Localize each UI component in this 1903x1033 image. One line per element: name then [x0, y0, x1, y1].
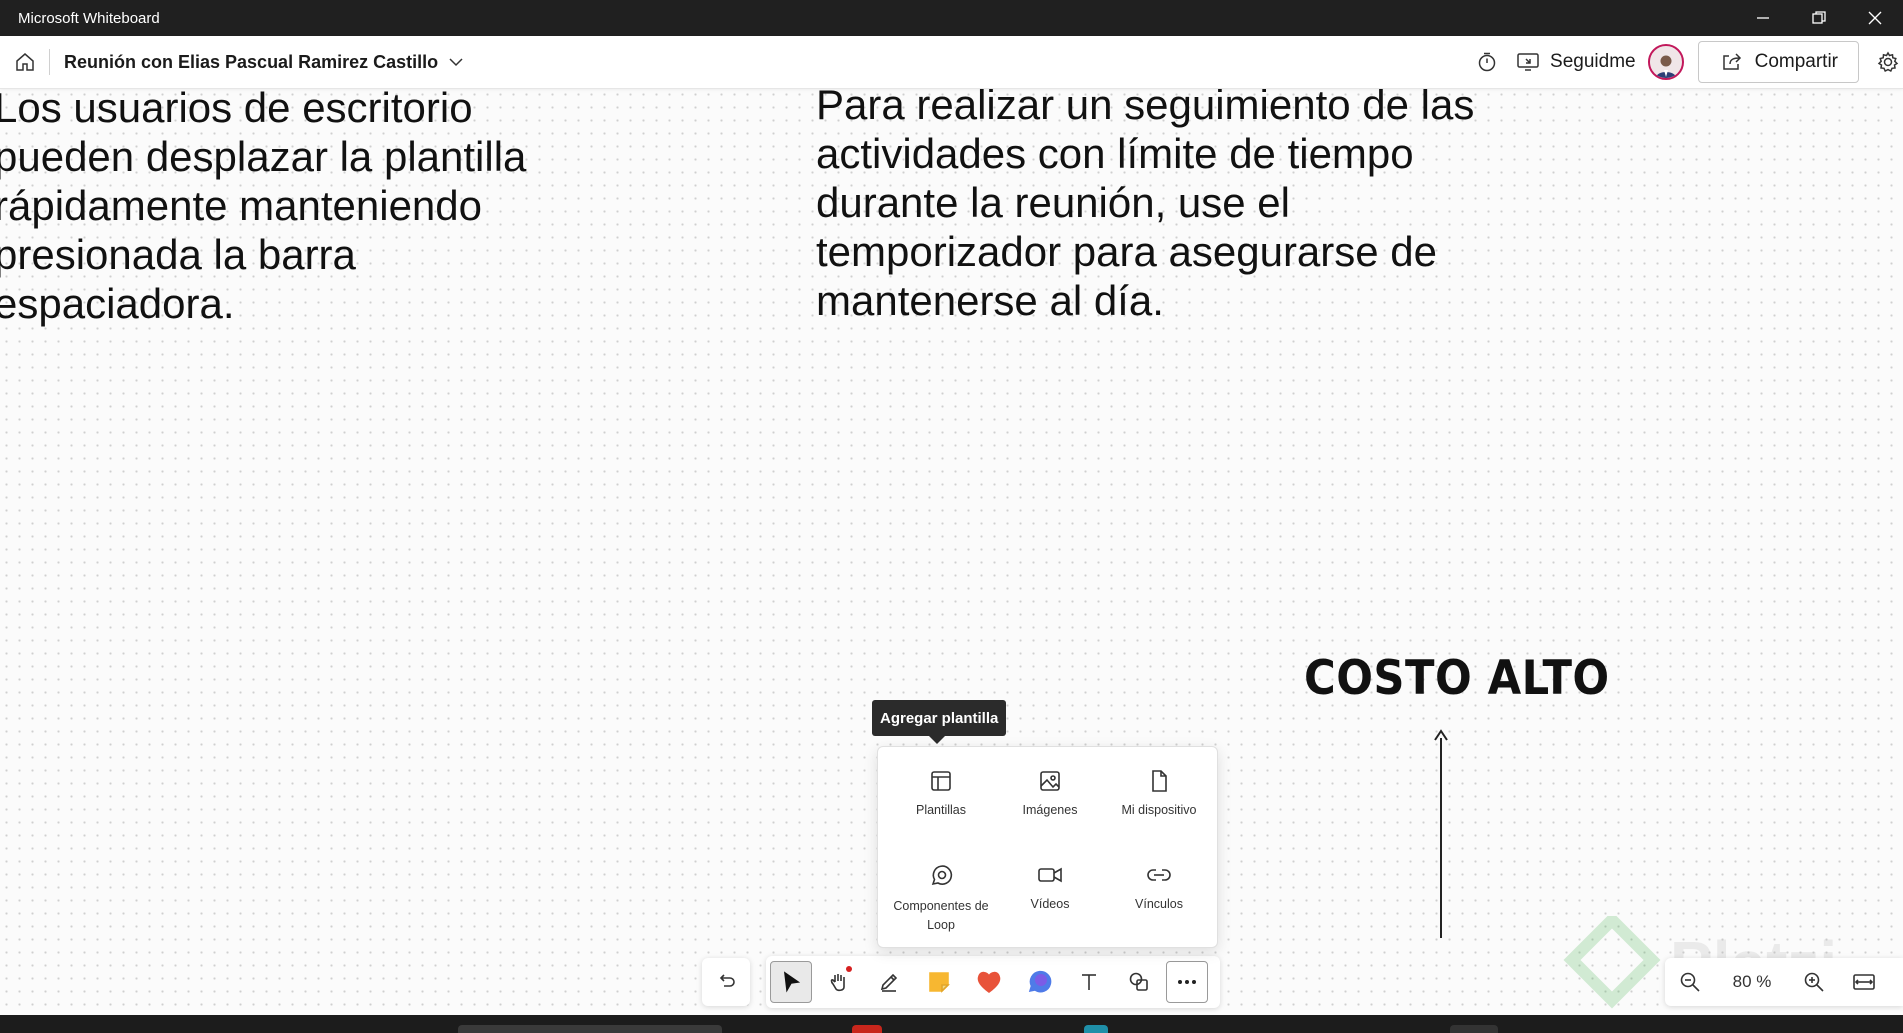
insert-menu: Plantillas Imágenes Mi dispositivo Compo… [877, 746, 1218, 948]
follow-button[interactable]: Seguidme [1516, 51, 1636, 73]
select-tool[interactable] [770, 961, 812, 1003]
close-button[interactable] [1847, 0, 1903, 36]
fit-to-screen-button[interactable] [1839, 962, 1889, 1002]
chevron-down-icon [449, 58, 463, 67]
share-label: Compartir [1754, 51, 1838, 72]
divider [49, 49, 50, 75]
user-avatar-icon [1655, 55, 1676, 78]
menu-label: Mi dispositivo [1121, 803, 1197, 817]
share-button[interactable]: Compartir [1697, 41, 1859, 83]
image-icon [1040, 771, 1060, 791]
zoom-bar: 80 % [1665, 958, 1903, 1006]
menu-label: Vídeos [1030, 897, 1070, 911]
heart-icon [977, 971, 1001, 994]
pen-tool[interactable] [866, 960, 912, 1004]
home-icon [16, 53, 34, 71]
minimize-button[interactable] [1735, 0, 1791, 36]
menu-item-componentes-loop[interactable]: Componentes de Loop [886, 863, 996, 935]
menu-label: Vínculos [1135, 897, 1183, 911]
chat-bubble-icon [1028, 970, 1052, 993]
select-icon [783, 971, 801, 993]
more-tools-button[interactable] [1166, 961, 1208, 1003]
follow-label: Seguidme [1550, 51, 1636, 72]
taskbar-app-icon[interactable] [1450, 1025, 1498, 1033]
undo-button[interactable] [702, 958, 750, 1006]
tooltip: Agregar plantilla [872, 700, 1007, 736]
taskbar-app-icon[interactable] [852, 1025, 882, 1033]
board-title[interactable]: Reunión con Elias Pascual Ramirez Castil… [64, 52, 438, 73]
menu-label: Componentes de Loop [893, 899, 989, 932]
menu-item-imagenes[interactable]: Imágenes [995, 769, 1105, 820]
sticky-note-icon [929, 972, 950, 993]
text-icon [1082, 974, 1096, 990]
tooltip-tail [929, 736, 945, 744]
shapes-icon [1129, 972, 1148, 991]
bottom-toolbar [766, 956, 1220, 1008]
zoom-in-button[interactable] [1789, 962, 1839, 1002]
restore-icon [1812, 11, 1826, 24]
zoom-out-icon [1680, 972, 1700, 992]
timer-button[interactable] [1470, 45, 1504, 79]
template-icon [931, 771, 951, 791]
restore-button[interactable] [1791, 0, 1847, 36]
taskbar-app-icon[interactable] [1084, 1025, 1108, 1033]
os-taskbar [0, 1015, 1903, 1033]
board-title-dropdown[interactable] [448, 57, 464, 67]
close-icon [1868, 11, 1882, 25]
axis-arrow-line[interactable] [1440, 738, 1442, 938]
zoom-out-button[interactable] [1665, 962, 1715, 1002]
undo-icon [719, 974, 735, 987]
menu-item-mi-dispositivo[interactable]: Mi dispositivo [1104, 769, 1214, 820]
sticky-note-tool[interactable] [916, 960, 962, 1004]
appbar-actions: Seguidme Compartir [1470, 36, 1903, 88]
window-controls [1735, 0, 1903, 36]
notification-dot [846, 966, 852, 972]
avatar[interactable] [1647, 44, 1684, 80]
gear-icon [1877, 51, 1899, 73]
menu-label: Plantillas [915, 803, 967, 817]
menu-item-vinculos[interactable]: Vínculos [1104, 863, 1214, 914]
settings-button[interactable] [1873, 45, 1903, 79]
follow-screen-icon [1517, 53, 1539, 71]
menu-label: Imágenes [1022, 803, 1078, 817]
minimize-icon [1757, 17, 1769, 19]
title-bar: Microsoft Whiteboard [0, 0, 1903, 36]
home-button[interactable] [11, 48, 39, 76]
more-icon [1178, 980, 1196, 984]
text-note-right[interactable]: Para realizar un seguimiento de las acti… [816, 88, 1536, 325]
pen-icon [880, 973, 898, 992]
loop-icon [931, 865, 953, 886]
zoom-in-icon [1804, 972, 1824, 992]
video-icon [1038, 867, 1062, 883]
costo-alto-label[interactable]: COSTO ALTO [1304, 651, 1610, 706]
text-tool[interactable] [1066, 960, 1112, 1004]
text-note-left[interactable]: Los usuarios de escritorio pueden despla… [0, 88, 554, 328]
fit-screen-icon [1853, 974, 1875, 990]
reaction-tool[interactable] [966, 960, 1012, 1004]
loop-component-tool[interactable] [1016, 960, 1062, 1004]
app-title: Microsoft Whiteboard [18, 9, 160, 27]
share-icon [1722, 53, 1741, 70]
timer-icon [1478, 52, 1496, 72]
taskbar-search[interactable] [458, 1025, 722, 1033]
menu-item-videos[interactable]: Vídeos [995, 863, 1105, 914]
hand-tool[interactable] [816, 960, 862, 1004]
menu-item-plantillas[interactable]: Plantillas [886, 769, 996, 820]
zoom-level[interactable]: 80 % [1715, 972, 1789, 992]
app-bar: Reunión con Elias Pascual Ramirez Castil… [0, 36, 1903, 89]
link-icon [1147, 869, 1171, 881]
hand-icon [830, 974, 845, 992]
file-icon [1152, 770, 1167, 792]
shapes-tool[interactable] [1116, 960, 1162, 1004]
